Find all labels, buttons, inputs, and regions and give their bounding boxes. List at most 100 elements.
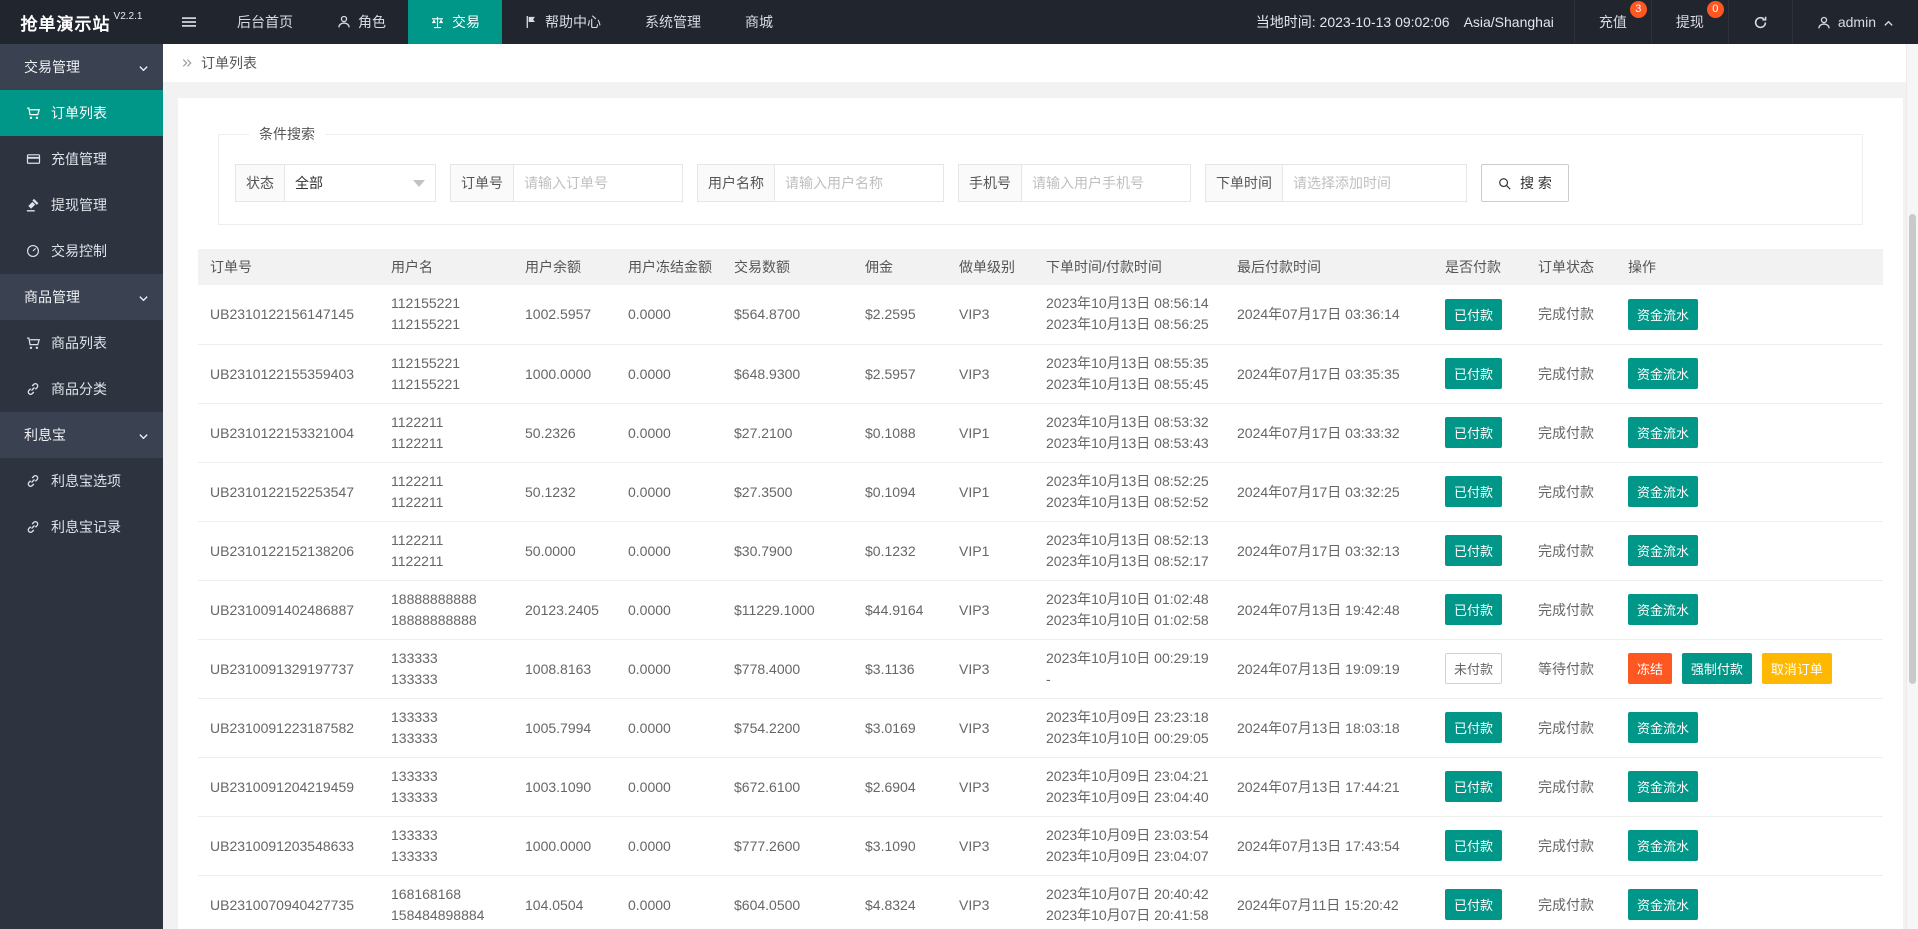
topbar: 抢单演示站 V2.2.1 后台首页 角色 交易 帮助中心 系统管理 商城 当地时… bbox=[0, 0, 1918, 44]
cell-commission: $2.5957 bbox=[853, 344, 947, 404]
cell-last-pay-time: 2024年07月13日 17:43:54 bbox=[1225, 816, 1433, 876]
cell-order-no: UB2310091402486887 bbox=[198, 580, 379, 640]
search-icon bbox=[1498, 175, 1512, 191]
cell-balance: 50.2326 bbox=[513, 403, 616, 463]
notification-badge: 3 bbox=[1629, 1, 1647, 18]
orders-table: 订单号 用户名 用户余额 用户冻结金额 交易数额 佣金 做单级别 下单时间/付款时间 最后付款时… bbox=[198, 249, 1883, 929]
topbar-right: 当地时间: 2023-10-13 09:02:06 Asia/Shanghai … bbox=[1236, 0, 1918, 44]
row-action-button[interactable]: 资金流水 bbox=[1628, 712, 1699, 743]
row-action-button[interactable]: 资金流水 bbox=[1628, 830, 1699, 861]
sidebar-toggle-button[interactable] bbox=[163, 0, 215, 44]
cell-username: 133333 133333 bbox=[379, 698, 513, 758]
cell-status: 完成付款 bbox=[1526, 698, 1616, 758]
sidebar-item[interactable]: 充值管理 bbox=[0, 136, 163, 182]
cell-amount: $778.4000 bbox=[722, 639, 853, 699]
sidebar-item[interactable]: 商品分类 bbox=[0, 366, 163, 412]
cell-last-pay-time: 2024年07月17日 03:33:32 bbox=[1225, 403, 1433, 463]
chevron-up-icon bbox=[1883, 14, 1894, 30]
cell-last-pay-time: 2024年07月17日 03:32:25 bbox=[1225, 462, 1433, 522]
row-action-button[interactable]: 资金流水 bbox=[1628, 535, 1699, 566]
cell-paid: 已付款 bbox=[1433, 698, 1526, 758]
row-action-button[interactable]: 资金流水 bbox=[1628, 417, 1699, 448]
row-action-button[interactable]: 资金流水 bbox=[1628, 594, 1699, 625]
sidebar-item-icon bbox=[24, 336, 42, 351]
table-row: UB2310091402486887 18888888888 1888888888… bbox=[198, 580, 1883, 640]
sidebar-group-header[interactable]: 交易管理 bbox=[0, 44, 163, 90]
cell-actions: 资金流水 bbox=[1616, 698, 1883, 758]
top-menu-item[interactable]: 商城 bbox=[723, 0, 795, 44]
top-menu-item[interactable]: 后台首页 bbox=[215, 0, 315, 44]
cell-balance: 50.0000 bbox=[513, 521, 616, 581]
status-selected-value: 全部 bbox=[295, 175, 323, 191]
cell-username: 168168168 158484898884 bbox=[379, 875, 513, 929]
cell-frozen: 0.0000 bbox=[616, 816, 722, 876]
row-action-button[interactable]: 冻结 bbox=[1628, 653, 1673, 684]
cell-last-pay-time: 2024年07月13日 17:44:21 bbox=[1225, 757, 1433, 817]
cell-status: 完成付款 bbox=[1526, 344, 1616, 404]
cell-frozen: 0.0000 bbox=[616, 521, 722, 581]
app-version: V2.2.1 bbox=[113, 10, 143, 22]
breadcrumb-current: 订单列表 bbox=[201, 55, 257, 71]
cell-last-pay-time: 2024年07月13日 19:09:19 bbox=[1225, 639, 1433, 699]
cell-order-pay-time: 2023年10月13日 08:52:13 2023年10月13日 08:52:17 bbox=[1034, 521, 1225, 581]
cell-username: 112155221 112155221 bbox=[379, 285, 513, 345]
paid-badge: 已付款 bbox=[1445, 417, 1503, 448]
shortcut-button[interactable]: 提现 0 bbox=[1650, 0, 1728, 44]
paid-badge: 已付款 bbox=[1445, 830, 1503, 861]
table-row: UB2310122156147145 112155221 112155221 10… bbox=[198, 285, 1883, 345]
sidebar-group-label: 商品管理 bbox=[24, 289, 80, 305]
top-menu-item[interactable]: 交易 bbox=[408, 0, 502, 44]
sidebar-group-header[interactable]: 商品管理 bbox=[0, 274, 163, 320]
sidebar-item[interactable]: 商品列表 bbox=[0, 320, 163, 366]
order-no-input[interactable] bbox=[513, 164, 683, 202]
cell-order-pay-time: 2023年10月10日 01:02:48 2023年10月10日 01:02:58 bbox=[1034, 580, 1225, 640]
row-action-button[interactable]: 资金流水 bbox=[1628, 889, 1699, 920]
sidebar-group-header[interactable]: 利息宝 bbox=[0, 412, 163, 458]
sidebar-item-label: 利息宝选项 bbox=[51, 473, 121, 489]
cell-status: 完成付款 bbox=[1526, 462, 1616, 522]
phone-input[interactable] bbox=[1021, 164, 1191, 202]
username-input[interactable] bbox=[774, 164, 944, 202]
sidebar-group-label: 交易管理 bbox=[24, 59, 80, 75]
row-action-button[interactable]: 资金流水 bbox=[1628, 358, 1699, 389]
timezone-label: Asia/Shanghai bbox=[1463, 14, 1554, 30]
search-button[interactable]: 搜 索 bbox=[1481, 164, 1569, 202]
column-header: 用户余额 bbox=[513, 249, 616, 285]
cell-paid: 已付款 bbox=[1433, 344, 1526, 404]
cell-commission: $0.1088 bbox=[853, 403, 947, 463]
cell-balance: 50.1232 bbox=[513, 462, 616, 522]
cell-username: 1122211 1122211 bbox=[379, 403, 513, 463]
cell-order-no: UB2310122155359403 bbox=[198, 344, 379, 404]
sidebar-item[interactable]: 利息宝选项 bbox=[0, 458, 163, 504]
top-menu-item[interactable]: 帮助中心 bbox=[502, 0, 623, 44]
top-menu-item[interactable]: 系统管理 bbox=[623, 0, 723, 44]
search-panel-legend: 条件搜索 bbox=[259, 126, 315, 142]
scrollbar-thumb[interactable] bbox=[1909, 214, 1916, 684]
sidebar-item-icon bbox=[24, 152, 42, 167]
shortcut-button[interactable]: 充值 3 bbox=[1573, 0, 1651, 44]
top-menu-item[interactable]: 角色 bbox=[315, 0, 408, 44]
sidebar-group: 商品管理 商品列表 商品分类 bbox=[0, 274, 163, 412]
sidebar-item[interactable]: 利息宝记录 bbox=[0, 504, 163, 550]
row-action-button[interactable]: 取消订单 bbox=[1761, 653, 1832, 684]
user-menu[interactable]: admin bbox=[1791, 0, 1918, 44]
sidebar-item-label: 利息宝记录 bbox=[51, 519, 121, 535]
row-action-button[interactable]: 资金流水 bbox=[1628, 476, 1699, 507]
cell-actions: 资金流水 bbox=[1616, 285, 1883, 345]
refresh-button[interactable] bbox=[1727, 0, 1792, 44]
cell-balance: 1000.0000 bbox=[513, 816, 616, 876]
app-title: 抢单演示站 bbox=[20, 14, 111, 34]
shortcut-label: 提现 bbox=[1675, 14, 1704, 30]
cell-paid: 已付款 bbox=[1433, 757, 1526, 817]
sidebar-item[interactable]: 交易控制 bbox=[0, 228, 163, 274]
status-field: 状态 全部 bbox=[235, 164, 436, 202]
row-action-button[interactable]: 资金流水 bbox=[1628, 298, 1699, 330]
status-select[interactable]: 全部 bbox=[284, 164, 436, 202]
table-row: UB2310091204219459 133333 133333 1003.109… bbox=[198, 757, 1883, 817]
cell-username: 18888888888 18888888888 bbox=[379, 580, 513, 640]
sidebar-item[interactable]: 提现管理 bbox=[0, 182, 163, 228]
order-time-input[interactable] bbox=[1282, 164, 1467, 202]
sidebar-item[interactable]: 订单列表 bbox=[0, 90, 163, 136]
row-action-button[interactable]: 强制付款 bbox=[1681, 653, 1752, 684]
row-action-button[interactable]: 资金流水 bbox=[1628, 771, 1699, 802]
